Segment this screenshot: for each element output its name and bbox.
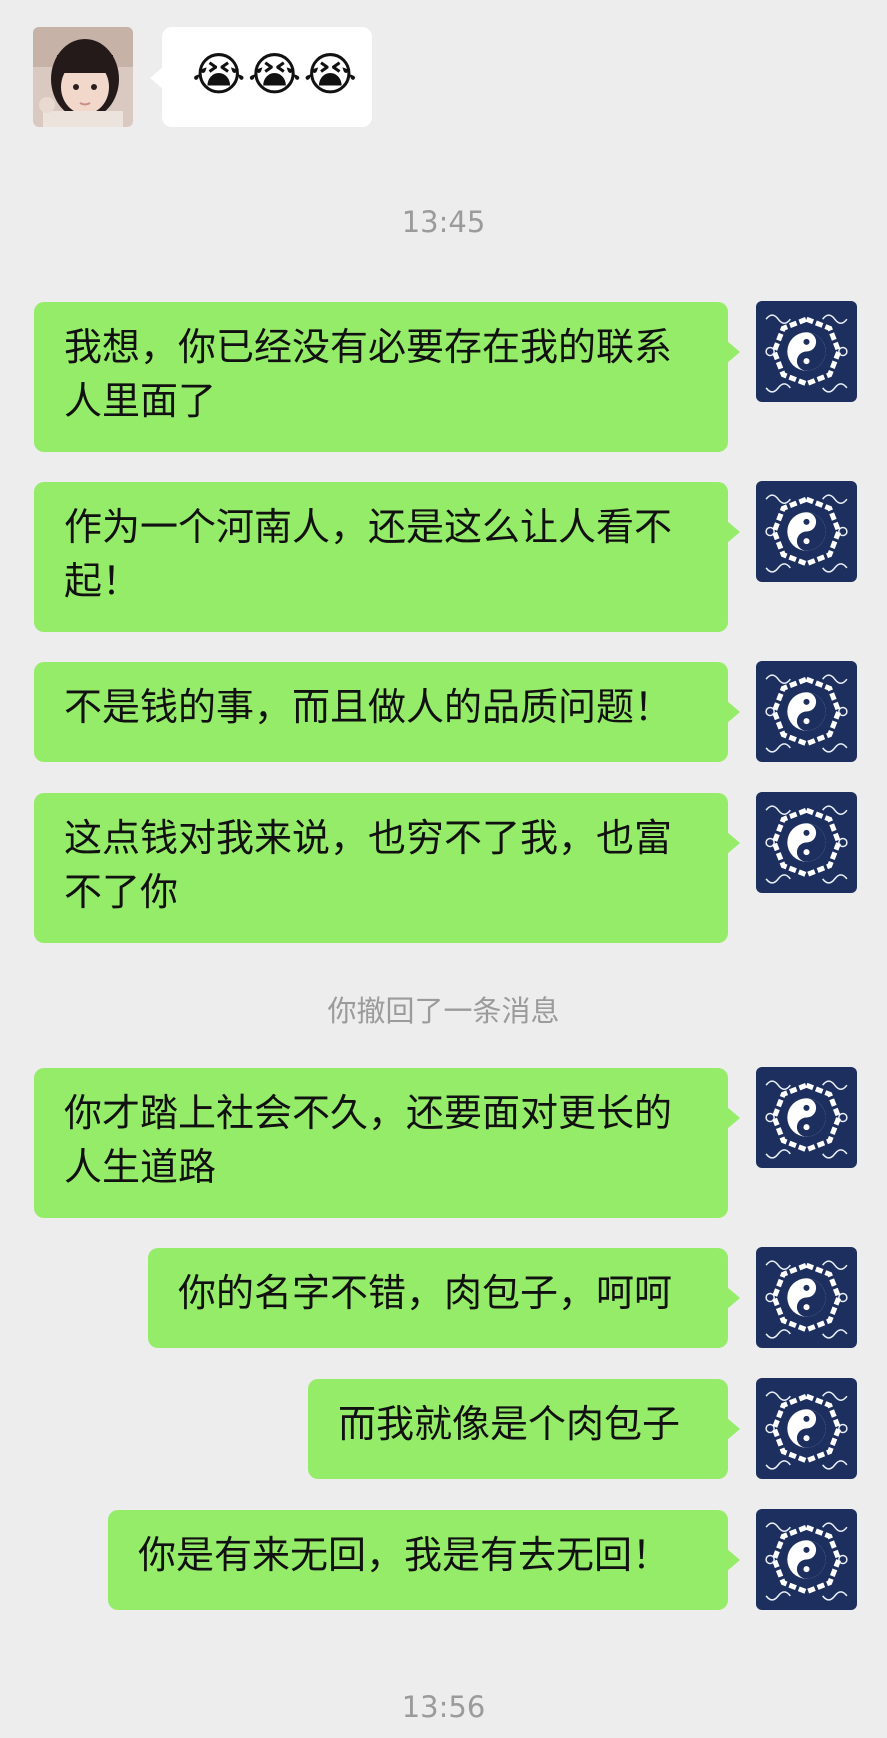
bagua-yin-yang-icon	[756, 1378, 857, 1479]
message-text: 这点钱对我来说，也穷不了我，也富不了你	[64, 816, 673, 914]
outgoing-message-bubble[interactable]: 你的名字不错，肉包子，呵呵	[148, 1248, 740, 1348]
my-avatar[interactable]	[756, 1067, 857, 1168]
outgoing-message-bubble[interactable]: 这点钱对我来说，也穷不了我，也富不了你	[34, 793, 740, 943]
timestamp: 13:56	[401, 1690, 486, 1724]
outgoing-message-bubble[interactable]: 你才踏上社会不久，还要面对更长的人生道路	[34, 1068, 740, 1218]
message-text: 我想，你已经没有必要存在我的联系人里面了	[64, 325, 673, 423]
girl-photo-avatar-icon	[33, 27, 133, 127]
outgoing-message-bubble[interactable]: 我想，你已经没有必要存在我的联系人里面了	[34, 302, 740, 452]
message-text: 你是有来无回，我是有去无回！	[138, 1533, 671, 1577]
outgoing-message-bubble[interactable]: 作为一个河南人，还是这么让人看不起！	[34, 482, 740, 632]
bagua-yin-yang-icon	[756, 661, 857, 762]
recall-notice: 你撤回了一条消息	[327, 994, 560, 1028]
timestamp: 13:45	[401, 205, 486, 239]
my-avatar[interactable]	[756, 301, 857, 402]
crying-emoji-text: 😭😭😭	[192, 47, 360, 101]
my-avatar[interactable]	[756, 1509, 857, 1610]
chat-area: 😭😭😭 13:45 我想，你已经没有必要存在我的联系人里面了 作为一个河南人，还	[0, 0, 887, 1738]
bagua-yin-yang-icon	[756, 1247, 857, 1348]
contact-avatar[interactable]	[33, 27, 133, 127]
message-text: 你才踏上社会不久，还要面对更长的人生道路	[64, 1091, 673, 1189]
message-text: 不是钱的事，而且做人的品质问题！	[64, 685, 673, 729]
outgoing-message-bubble[interactable]: 而我就像是个肉包子	[308, 1379, 740, 1479]
bagua-yin-yang-icon	[756, 481, 857, 582]
outgoing-message-bubble[interactable]: 你是有来无回，我是有去无回！	[108, 1510, 740, 1610]
my-avatar[interactable]	[756, 1247, 857, 1348]
message-text: 而我就像是个肉包子	[338, 1402, 681, 1446]
bagua-yin-yang-icon	[756, 1509, 857, 1610]
bagua-yin-yang-icon	[756, 301, 857, 402]
message-text: 你的名字不错，肉包子，呵呵	[178, 1271, 673, 1315]
message-text: 作为一个河南人，还是这么让人看不起！	[64, 505, 673, 603]
outgoing-message-bubble[interactable]: 不是钱的事，而且做人的品质问题！	[34, 662, 740, 762]
my-avatar[interactable]	[756, 792, 857, 893]
bagua-yin-yang-icon	[756, 1067, 857, 1168]
bagua-yin-yang-icon	[756, 792, 857, 893]
incoming-emoji-bubble[interactable]: 😭😭😭	[150, 27, 372, 127]
my-avatar[interactable]	[756, 1378, 857, 1479]
my-avatar[interactable]	[756, 481, 857, 582]
my-avatar[interactable]	[756, 661, 857, 762]
